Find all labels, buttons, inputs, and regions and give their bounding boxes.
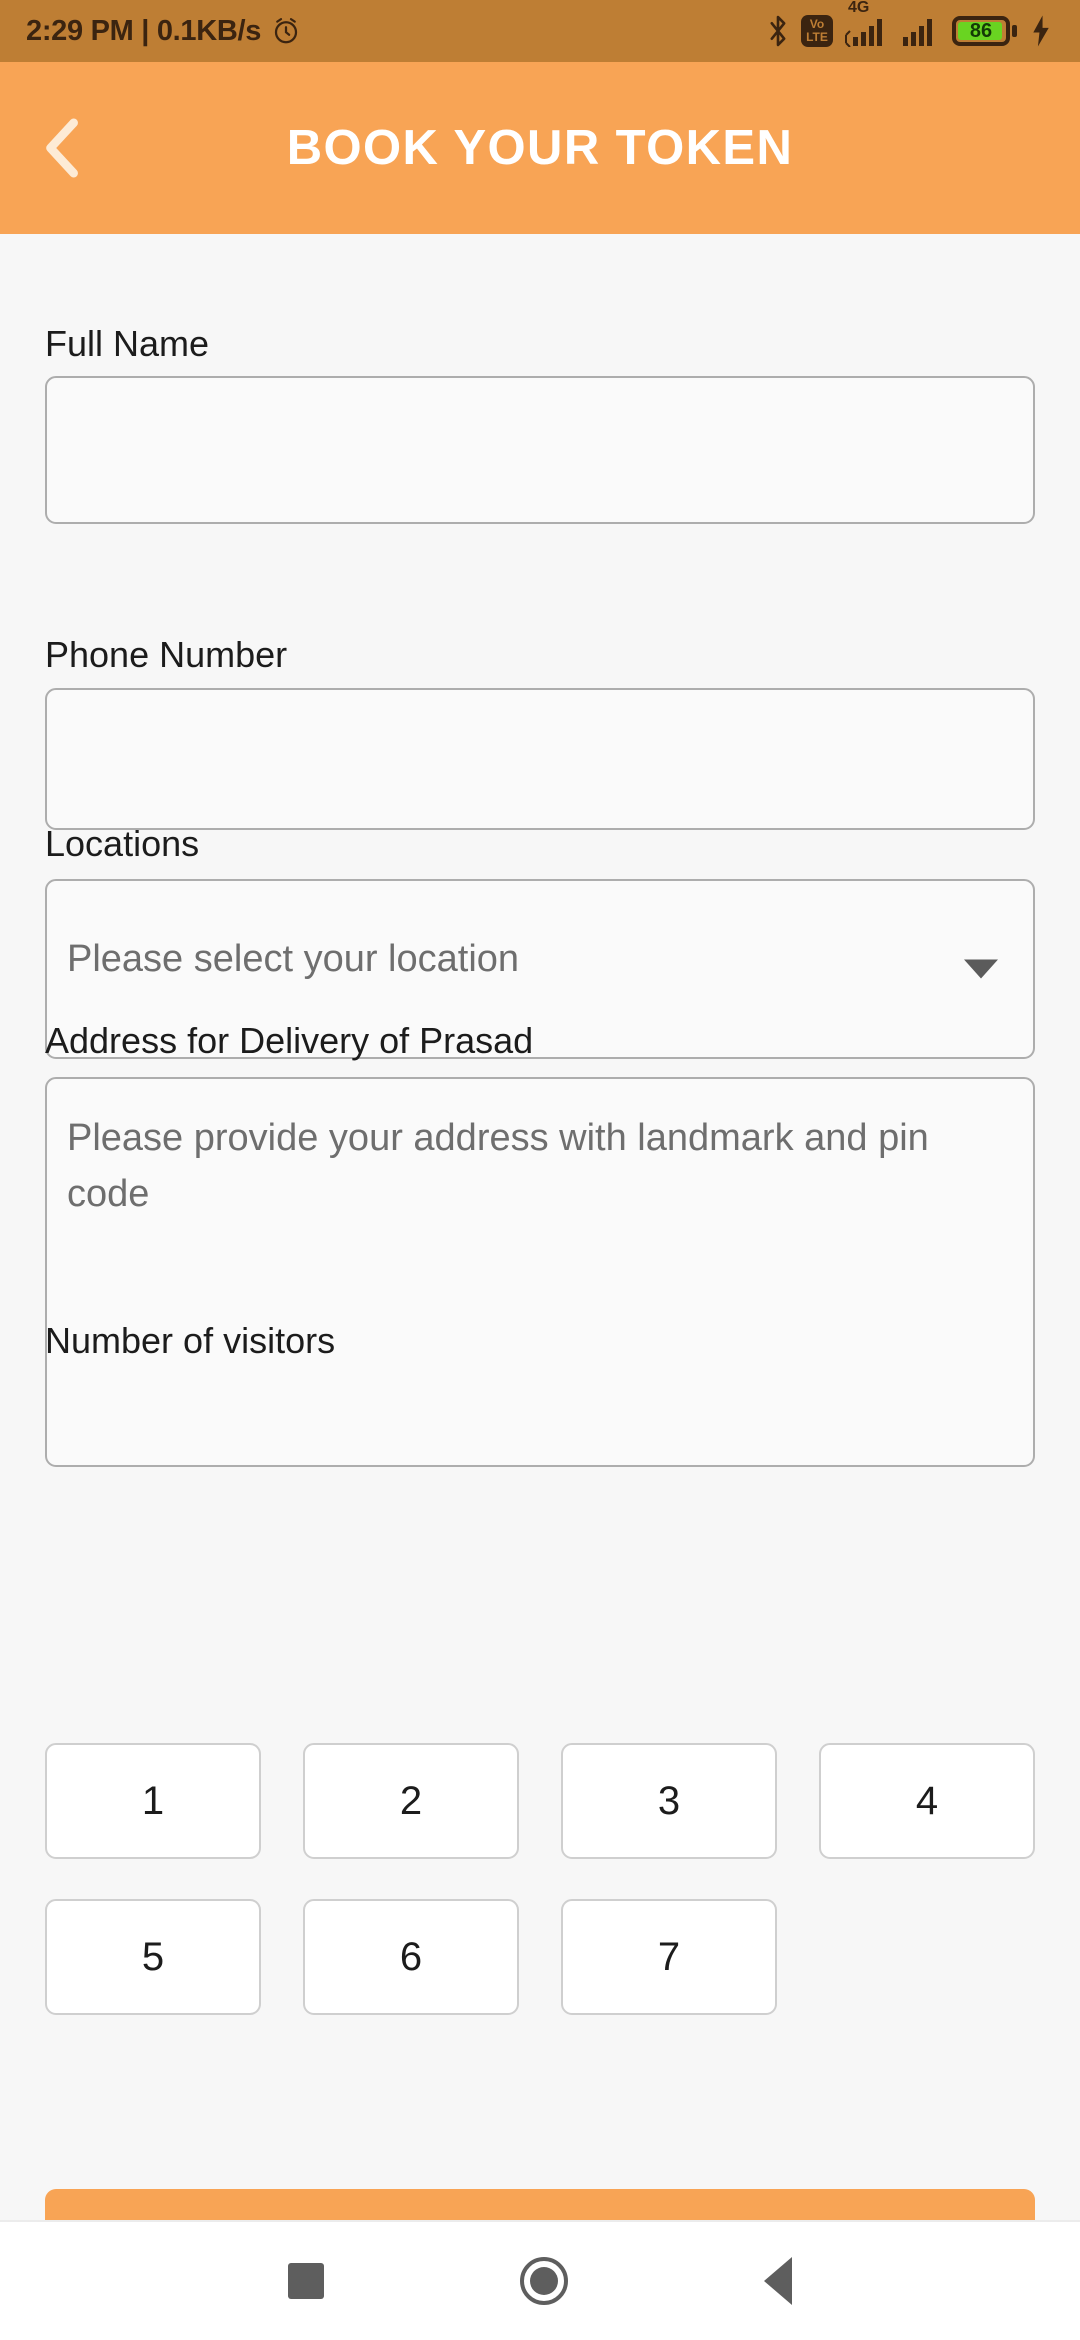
chevron-down-icon[interactable] (964, 959, 998, 979)
address-label: Address for Delivery of Prasad (45, 1020, 534, 1061)
page-title: BOOK YOUR TOKEN (286, 121, 794, 175)
signal-bars-secondary (903, 19, 932, 46)
visitor-count-option[interactable]: 7 (561, 1899, 777, 2015)
visitor-count-option[interactable]: 6 (303, 1899, 519, 2015)
visitor-count-option[interactable]: 2 (303, 1743, 519, 1859)
visitors-option-grid: 1 2 3 4 5 6 7 (45, 1743, 1045, 2015)
signal-icon-primary: 4G (844, 0, 890, 47)
address-textarea[interactable]: Please provide your address with landmar… (45, 1077, 1035, 1467)
full-name-input[interactable] (45, 376, 1035, 524)
back-chevron-icon (46, 118, 78, 178)
status-bar-left: 2:29 PM | 0.1KB/s (26, 15, 301, 48)
network-type-label: 4G (848, 0, 870, 16)
address-placeholder: Please provide your address with landmar… (67, 1117, 929, 1215)
status-bar: 2:29 PM | 0.1KB/s Vo LTE 4G 86 (0, 0, 1080, 62)
visitor-count-option[interactable]: 5 (45, 1899, 261, 2015)
visitor-count-option[interactable]: 4 (819, 1743, 1035, 1859)
phone-number-input[interactable] (45, 688, 1035, 830)
phone-number-label: Phone Number (45, 634, 288, 675)
locations-selected-value: Please select your location (67, 938, 520, 980)
bluetooth-icon (770, 15, 786, 47)
visitor-count-option[interactable]: 3 (561, 1743, 777, 1859)
recent-apps-icon[interactable] (288, 2263, 324, 2299)
visitors-label: Number of visitors (45, 1320, 336, 1361)
status-clock: 2:29 PM | 0.1KB/s (26, 14, 262, 47)
alarm-icon (275, 18, 298, 44)
battery-icon: 86 (952, 16, 1017, 46)
home-icon[interactable] (520, 2257, 568, 2305)
form-content: Full Name Phone Number Locations Please … (0, 234, 1080, 2220)
signal-bars-primary (845, 19, 882, 47)
status-bar-right: Vo LTE 4G 86 (766, 0, 1054, 48)
back-button[interactable] (28, 112, 100, 184)
battery-level-label: 86 (969, 20, 993, 42)
volte-bottom-label: LTE (806, 30, 828, 44)
locations-label: Locations (45, 823, 200, 864)
back-triangle-icon[interactable] (764, 2257, 792, 2305)
submit-button[interactable] (45, 2189, 1035, 2220)
app-bar: BOOK YOUR TOKEN (0, 62, 1080, 234)
charging-bolt-icon (1033, 15, 1049, 47)
system-navigation-bar (0, 2220, 1080, 2340)
full-name-label: Full Name (45, 323, 210, 364)
battery-tip (1012, 25, 1017, 37)
visitor-count-option[interactable]: 1 (45, 1743, 261, 1859)
phone-screen: 2:29 PM | 0.1KB/s Vo LTE 4G 86 BOOK YOUR… (0, 0, 1080, 2340)
volte-icon: Vo LTE (801, 15, 833, 47)
